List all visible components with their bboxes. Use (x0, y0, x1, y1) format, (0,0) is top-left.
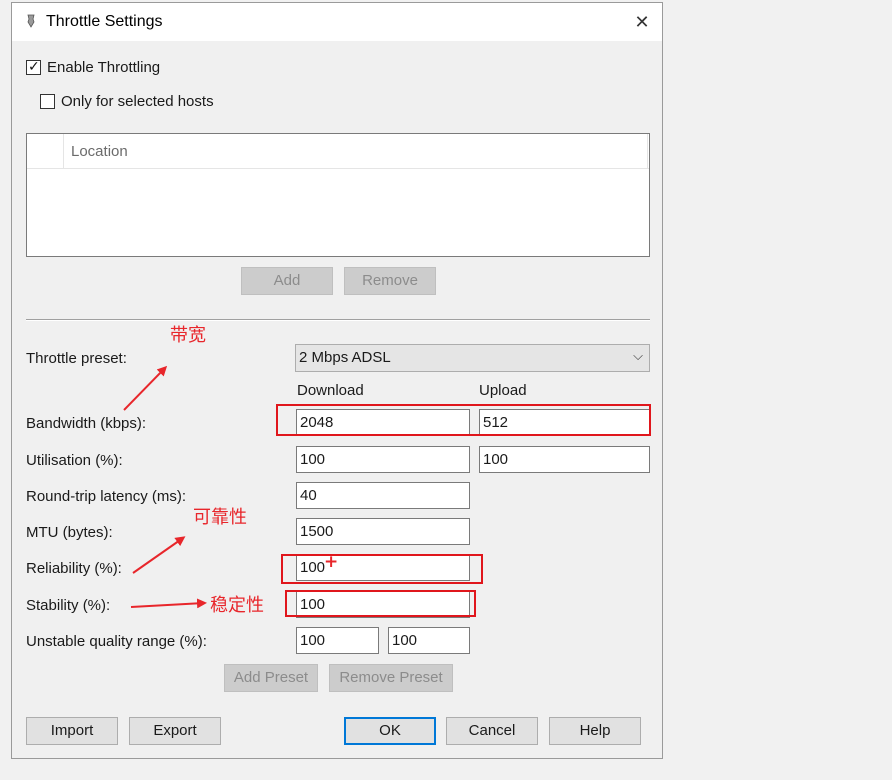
stability-arrow (130, 598, 207, 609)
annotation-arrows (123, 365, 207, 609)
reliability-arrow (132, 536, 186, 574)
bandwidth-arrow (123, 365, 168, 411)
